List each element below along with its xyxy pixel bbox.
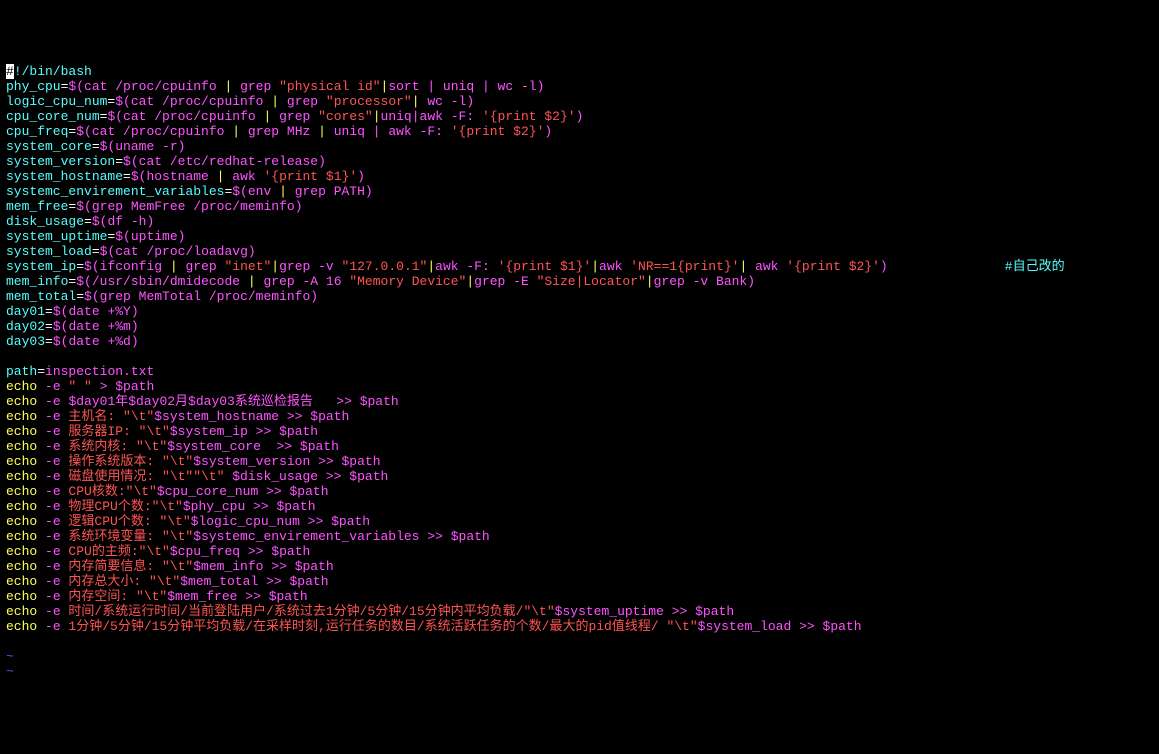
code-line: cpu_core_num=$(cat /proc/cpuinfo | grep … — [6, 109, 583, 124]
code-line: echo -e 内存总大小: "\t"$mem_total >> $path — [6, 574, 329, 589]
code-line: echo -e 1分钟/5分钟/15分钟平均负载/在采样时刻,运行任务的数目/系… — [6, 619, 862, 634]
code-line: day01=$(date +%Y) — [6, 304, 139, 319]
code-line: echo -e 磁盘使用情况: "\t""\t" $disk_usage >> … — [6, 469, 388, 484]
code-line: echo -e 时间/系统运行时间/当前登陆用户/系统过去1分钟/5分钟/15分… — [6, 604, 734, 619]
code-line: system_version=$(cat /etc/redhat-release… — [6, 154, 326, 169]
code-line: system_load=$(cat /proc/loadavg) — [6, 244, 256, 259]
empty-line-tilde: ~ — [6, 649, 14, 664]
code-line: echo -e 主机名: "\t"$system_hostname >> $pa… — [6, 409, 349, 424]
code-line: mem_free=$(grep MemFree /proc/meminfo) — [6, 199, 303, 214]
code-line: echo -e 逻辑CPU个数: "\t"$logic_cpu_num >> $… — [6, 514, 370, 529]
code-line: echo -e 操作系统版本: "\t"$system_version >> $… — [6, 454, 381, 469]
code-line: echo -e 系统环境变量: "\t"$systemc_envirement_… — [6, 529, 490, 544]
code-line: disk_usage=$(df -h) — [6, 214, 154, 229]
code-line: echo -e CPU核数:"\t"$cpu_core_num >> $path — [6, 484, 329, 499]
code-line: system_ip=$(ifconfig | grep "inet"|grep … — [6, 259, 1065, 274]
code-line: system_core=$(uname -r) — [6, 139, 185, 154]
code-line: cpu_freq=$(cat /proc/cpuinfo | grep MHz … — [6, 124, 552, 139]
code-line: mem_info=$(/usr/sbin/dmidecode | grep -A… — [6, 274, 755, 289]
code-line: echo -e 内存空间: "\t"$mem_free >> $path — [6, 589, 308, 604]
code-line: echo -e " " > $path — [6, 379, 154, 394]
code-line: logic_cpu_num=$(cat /proc/cpuinfo | grep… — [6, 94, 474, 109]
code-line: echo -e CPU的主频:"\t"$cpu_freq >> $path — [6, 544, 310, 559]
code-line: day02=$(date +%m) — [6, 319, 139, 334]
code-line: echo -e $day01年$day02月$day03系统巡检报告 >> $p… — [6, 394, 399, 409]
code-line: #!/bin/bash — [6, 64, 92, 79]
code-line: phy_cpu=$(cat /proc/cpuinfo | grep "phys… — [6, 79, 544, 94]
code-line: systemc_envirement_variables=$(env | gre… — [6, 184, 373, 199]
code-line: echo -e 物理CPU个数:"\t"$phy_cpu >> $path — [6, 499, 316, 514]
code-line: system_hostname=$(hostname | awk '{print… — [6, 169, 365, 184]
code-line: echo -e 服务器IP: "\t"$system_ip >> $path — [6, 424, 318, 439]
code-line: day03=$(date +%d) — [6, 334, 139, 349]
code-line: system_uptime=$(uptime) — [6, 229, 185, 244]
code-line: echo -e 系统内核: "\t"$system_core >> $path — [6, 439, 339, 454]
terminal-editor[interactable]: #!/bin/bash phy_cpu=$(cat /proc/cpuinfo … — [6, 64, 1153, 679]
empty-line-tilde: ~ — [6, 664, 14, 679]
code-line: echo -e 内存简要信息: "\t"$mem_info >> $path — [6, 559, 334, 574]
code-line: path=inspection.txt — [6, 364, 154, 379]
code-line: mem_total=$(grep MemTotal /proc/meminfo) — [6, 289, 318, 304]
